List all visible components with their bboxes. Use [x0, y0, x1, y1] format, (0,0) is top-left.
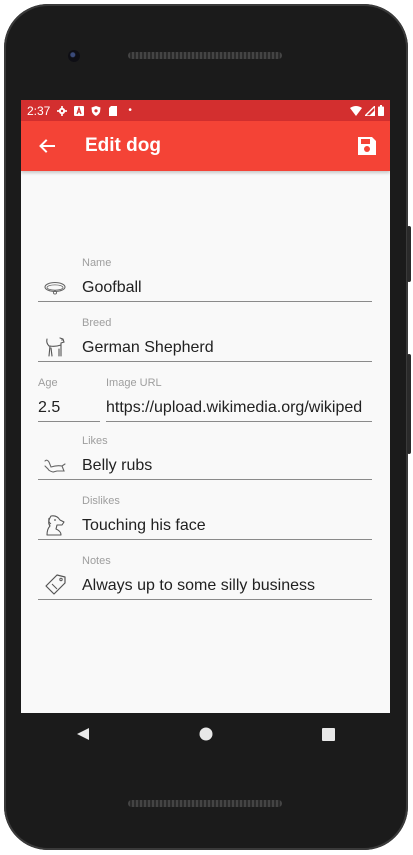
square-recents-icon [322, 727, 335, 741]
arrow-left-icon [39, 139, 55, 153]
system-nav-bar [21, 713, 390, 755]
dislikes-label: Dislikes [82, 495, 120, 507]
notes-field[interactable]: Always up to some silly business [38, 572, 372, 600]
age-field[interactable]: 2.5 [38, 394, 100, 422]
likes-field[interactable]: Belly rubs [38, 452, 372, 480]
bottom-speaker [128, 800, 282, 807]
top-speaker [128, 52, 282, 59]
nav-back-button[interactable] [63, 714, 103, 754]
wifi-icon [350, 105, 362, 116]
notes-label: Notes [82, 555, 111, 567]
status-dot: • [128, 105, 132, 116]
circle-home-icon [199, 727, 212, 741]
settings-icon [57, 105, 68, 116]
battery-icon [378, 105, 384, 116]
back-button[interactable] [35, 134, 59, 158]
breed-label: Breed [82, 317, 112, 329]
age-label: Age [38, 377, 58, 389]
screen: 2:37 • Edit dog Name Goofball Breed Germ… [21, 100, 390, 713]
dislikes-field[interactable]: Touching his face [38, 512, 372, 540]
name-field[interactable]: Goofball [38, 274, 372, 302]
status-time: 2:37 [27, 103, 51, 118]
app-bar: Edit dog [21, 121, 390, 171]
save-icon[interactable] [356, 135, 378, 157]
page-title: Edit dog [85, 135, 161, 156]
power-button [407, 226, 411, 282]
name-label: Name [82, 257, 112, 269]
breed-field[interactable]: German Shepherd [38, 334, 372, 362]
front-camera [68, 50, 80, 62]
a-icon [74, 105, 85, 116]
nav-recents-button[interactable] [309, 714, 349, 754]
shield-icon [91, 105, 101, 116]
likes-label: Likes [82, 435, 108, 447]
sd-card-icon [109, 105, 118, 116]
signal-icon [365, 105, 375, 116]
status-bar: 2:37 • [21, 100, 390, 121]
volume-button [407, 354, 411, 454]
triangle-back-icon [76, 728, 89, 740]
image-url-label: Image URL [106, 377, 162, 389]
nav-home-button[interactable] [186, 714, 226, 754]
image-url-field[interactable]: https://upload.wikimedia.org/wikiped [106, 394, 372, 422]
